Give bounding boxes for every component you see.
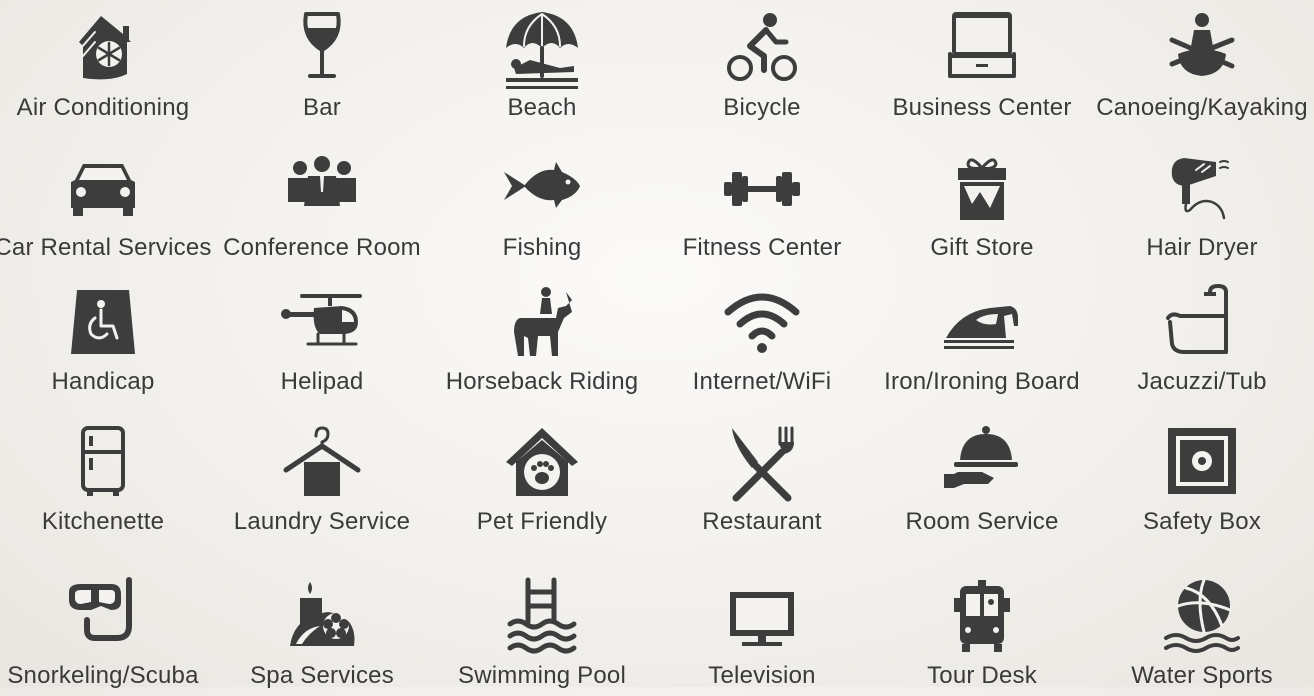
wheelchair-icon: [61, 282, 145, 366]
bicycle-icon: [720, 8, 804, 92]
amenity-label: Pet Friendly: [476, 508, 608, 535]
amenity-helipad: Helipad: [212, 282, 432, 402]
amenity-swimming-pool: Swimming Pool: [432, 576, 652, 696]
amenity-snorkeling-scuba: Snorkeling/Scuba: [0, 576, 213, 696]
amenity-label: Hair Dryer: [1146, 234, 1258, 261]
amenity-label: Handicap: [51, 368, 155, 395]
amenity-air-conditioning: Air Conditioning: [0, 8, 213, 128]
amenity-label: Water Sports: [1131, 662, 1273, 689]
amenity-label: Tour Desk: [927, 662, 1037, 689]
amenity-label: Swimming Pool: [458, 662, 626, 689]
amenity-label: Gift Store: [930, 234, 1034, 261]
hair-dryer-icon: [1160, 148, 1244, 232]
hanger-icon: [280, 422, 364, 506]
amenity-horseback-riding: Horseback Riding: [432, 282, 652, 402]
snorkel-mask-icon: [61, 576, 145, 660]
car-icon: [61, 148, 145, 232]
amenity-label: Room Service: [905, 508, 1059, 535]
amenity-label: Air Conditioning: [16, 94, 190, 121]
amenity-spa-services: Spa Services: [212, 576, 432, 696]
amenity-label: Horseback Riding: [445, 368, 639, 395]
bathtub-icon: [1160, 282, 1244, 366]
iron-icon: [940, 282, 1024, 366]
volleyball-icon: [1160, 576, 1244, 660]
television-icon: [720, 576, 804, 660]
amenity-label: Beach: [507, 94, 577, 121]
amenity-restaurant: Restaurant: [652, 422, 872, 542]
beach-umbrella-icon: [500, 8, 584, 92]
conference-people-icon: [280, 148, 364, 232]
amenity-hair-dryer: Hair Dryer: [1092, 148, 1312, 268]
amenity-room-service: Room Service: [872, 422, 1092, 542]
amenity-label: Fishing: [502, 234, 582, 261]
amenity-car-rental: Car Rental Services: [0, 148, 213, 268]
safe-icon: [1160, 422, 1244, 506]
amenity-fishing: Fishing: [432, 148, 652, 268]
bus-icon: [940, 576, 1024, 660]
amenity-label: Spa Services: [250, 662, 394, 689]
pool-ladder-icon: [500, 576, 584, 660]
amenity-label: Internet/WiFi: [692, 368, 832, 395]
amenity-label: Fitness Center: [682, 234, 842, 261]
amenity-label: Snorkeling/Scuba: [7, 662, 199, 689]
amenity-gift-store: Gift Store: [872, 148, 1092, 268]
amenity-label: Bicycle: [723, 94, 801, 121]
amenity-safety-box: Safety Box: [1092, 422, 1312, 542]
amenity-label: Bar: [303, 94, 341, 121]
amenity-label: Conference Room: [223, 234, 421, 261]
amenity-tour-desk: Tour Desk: [872, 576, 1092, 696]
refrigerator-icon: [61, 422, 145, 506]
amenity-label: Helipad: [280, 368, 364, 395]
amenity-label: Jacuzzi/Tub: [1137, 368, 1267, 395]
knife-fork-icon: [720, 422, 804, 506]
amenity-label: Safety Box: [1142, 508, 1262, 535]
amenity-conference-room: Conference Room: [212, 148, 432, 268]
helicopter-icon: [280, 282, 364, 366]
amenity-label: Car Rental Services: [0, 234, 212, 261]
amenities-grid: Air Conditioning Bar Beach Bicycle Busin…: [0, 0, 1314, 689]
pet-house-icon: [500, 422, 584, 506]
amenity-label: Laundry Service: [233, 508, 411, 535]
amenity-internet-wifi: Internet/WiFi: [652, 282, 872, 402]
amenity-iron-ironing-board: Iron/Ironing Board: [872, 282, 1092, 402]
amenity-handicap: Handicap: [0, 282, 213, 402]
amenity-jacuzzi-tub: Jacuzzi/Tub: [1092, 282, 1312, 402]
amenity-beach: Beach: [432, 8, 652, 128]
amenity-label: Iron/Ironing Board: [884, 368, 1080, 395]
amenity-label: Restaurant: [702, 508, 822, 535]
gift-icon: [940, 148, 1024, 232]
wifi-icon: [720, 282, 804, 366]
amenity-label: Television: [708, 662, 816, 689]
amenity-fitness-center: Fitness Center: [652, 148, 872, 268]
amenity-laundry-service: Laundry Service: [212, 422, 432, 542]
amenity-television: Television: [652, 576, 872, 696]
kayak-icon: [1160, 8, 1244, 92]
spa-candle-icon: [280, 576, 364, 660]
amenity-water-sports: Water Sports: [1092, 576, 1312, 696]
horse-rider-icon: [500, 282, 584, 366]
cloche-icon: [940, 422, 1024, 506]
laptop-icon: [940, 8, 1024, 92]
amenity-kitchenette: Kitchenette: [0, 422, 213, 542]
air-conditioning-icon: [61, 8, 145, 92]
amenity-label: Canoeing/Kayaking: [1096, 94, 1308, 121]
amenity-pet-friendly: Pet Friendly: [432, 422, 652, 542]
amenity-label: Kitchenette: [41, 508, 165, 535]
amenity-business-center: Business Center: [872, 8, 1092, 128]
wine-glass-icon: [280, 8, 364, 92]
fish-icon: [500, 148, 584, 232]
dumbbell-icon: [720, 148, 804, 232]
amenity-label: Business Center: [892, 94, 1072, 121]
amenity-canoeing-kayaking: Canoeing/Kayaking: [1092, 8, 1312, 128]
amenity-bar: Bar: [212, 8, 432, 128]
amenity-bicycle: Bicycle: [652, 8, 872, 128]
